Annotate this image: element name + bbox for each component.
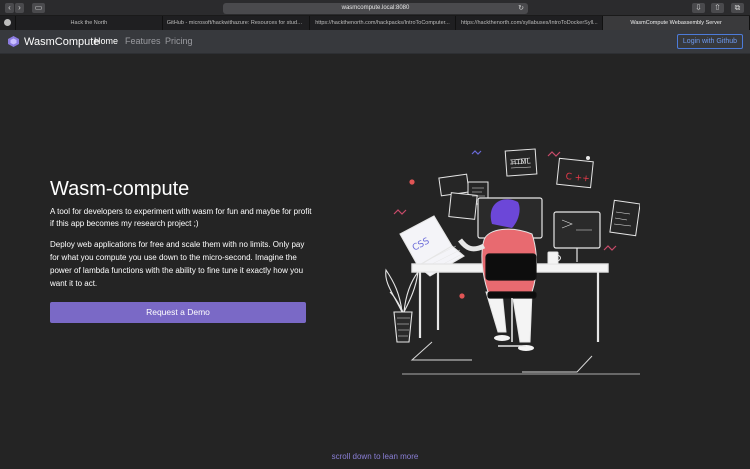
label-html: HTML	[511, 157, 531, 166]
github-icon	[4, 19, 11, 26]
page-title: Wasm-compute	[50, 178, 190, 200]
forward-button[interactable]: ›	[15, 3, 24, 13]
nav-pricing[interactable]: Pricing	[165, 36, 193, 46]
nav-home[interactable]: Home	[94, 36, 118, 46]
scroll-hint[interactable]: scroll down to lean more	[0, 452, 750, 461]
tabs-overview-icon[interactable]: ⧉	[731, 3, 744, 13]
address-bar-text: wasmcompute.local:8080	[341, 5, 410, 11]
tab-bar: Hack the North GitHub - microsoft/hackwi…	[0, 16, 750, 30]
brand-name: WasmCompute	[24, 35, 100, 48]
tab-intro-computer[interactable]: https://hackthenorth.com/hackpacks/Intro…	[310, 16, 457, 30]
tab-hack-the-north[interactable]: Hack the North	[16, 16, 163, 30]
sidebar-toggle-icon[interactable]: ▭	[32, 3, 45, 13]
back-button[interactable]: ‹	[5, 3, 14, 13]
browser-toolbar: ‹ › ▭ wasmcompute.local:8080 ↻ ⇩ ⇧ ⧉	[0, 0, 750, 16]
hero-tagline: A tool for developers to experiment with…	[50, 207, 312, 228]
tab-wasmcompute[interactable]: WasmCompute Webassembly Server	[603, 16, 750, 30]
share-icon[interactable]: ⇧	[711, 3, 724, 13]
hero-description: Deploy web applications for free and sca…	[50, 240, 305, 288]
brand[interactable]: WasmCompute	[7, 35, 99, 48]
plant-icon	[385, 268, 419, 343]
address-bar[interactable]: wasmcompute.local:8080 ↻	[223, 3, 528, 14]
login-github-button[interactable]: Login with Github	[676, 34, 743, 49]
developer-illustration: HTML C ++ CSS	[385, 148, 640, 375]
tab-pinned[interactable]	[0, 16, 16, 30]
reload-icon[interactable]: ↻	[518, 3, 524, 14]
request-demo-button[interactable]: Request a Demo	[50, 302, 306, 323]
tab-github[interactable]: GitHub - microsoft/hackwithazure: Resour…	[163, 16, 310, 30]
tab-intro-docker[interactable]: https://hackthenorth.com/syllabuses/Intr…	[456, 16, 604, 30]
chair	[485, 253, 537, 299]
nav-features[interactable]: Features	[125, 36, 161, 46]
logo-icon	[8, 36, 19, 47]
download-icon[interactable]: ⇩	[692, 3, 705, 13]
app-navbar: WasmCompute Home Features Pricing Login …	[0, 30, 750, 54]
mug-icon	[547, 251, 561, 265]
